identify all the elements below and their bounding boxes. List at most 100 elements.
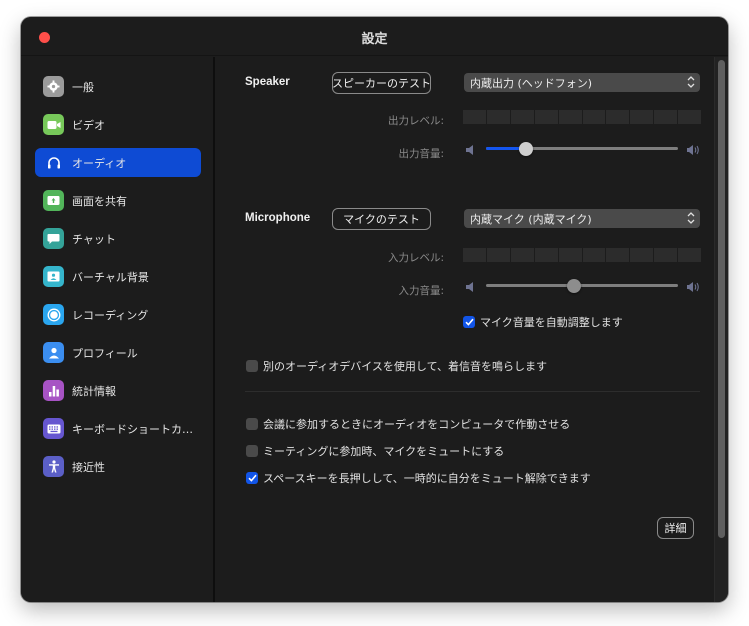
level-segment — [463, 110, 486, 124]
keyboard-icon — [43, 418, 64, 439]
level-segment — [486, 248, 510, 262]
input-level-meter — [463, 248, 702, 262]
sidebar-item-video-camera[interactable]: ビデオ — [35, 110, 201, 139]
input-volume-label: 入力音量: — [398, 285, 444, 297]
volume-high-icon — [687, 282, 699, 292]
auto-adjust-mic-volume-checkbox[interactable]: マイク音量を自動調整します — [463, 314, 623, 330]
level-segment — [606, 248, 630, 262]
sidebar-item-label: 画面を共有 — [72, 194, 127, 208]
record-icon — [43, 304, 64, 325]
level-segment — [582, 248, 606, 262]
level-segment — [534, 248, 558, 262]
level-segment — [630, 110, 654, 124]
audio-settings-panel: Speaker スピーカーのテスト 内蔵出力 (ヘッドフォン) 出力レベル: 出… — [217, 57, 728, 602]
sidebar-item-label: キーボードショートカ… — [72, 422, 193, 436]
input-volume-slider[interactable] — [486, 278, 678, 294]
section-divider — [245, 391, 700, 392]
sidebar-item-record[interactable]: レコーディング — [35, 300, 201, 329]
join-computer-audio-checkbox[interactable]: 会議に参加するときにオーディオをコンピュータで作動させる — [246, 416, 570, 432]
separate-ringtone-device-label: 別のオーディオデバイスを使用して、着信音を鳴らします — [263, 360, 548, 373]
sidebar-item-headphones[interactable]: オーディオ — [35, 148, 201, 177]
space-key-unmute-label: スペースキーを長押しして、一時的に自分をミュート解除できます — [263, 472, 591, 485]
sidebar-item-chat-bubble[interactable]: チャット — [35, 224, 201, 253]
level-segment — [486, 110, 510, 124]
level-segment — [654, 110, 678, 124]
volume-low-icon — [466, 282, 473, 292]
virtual-background-icon — [43, 266, 64, 287]
speaker-section-label: Speaker — [245, 76, 290, 88]
microphone-device-value: 内蔵マイク (内蔵マイク) — [470, 212, 592, 226]
slider-thumb[interactable] — [567, 279, 582, 293]
volume-low-icon — [466, 145, 473, 155]
window-title: 設定 — [361, 32, 388, 47]
microphone-section-label: Microphone — [245, 212, 311, 224]
sidebar-item-label: オーディオ — [72, 156, 127, 170]
microphone-device-select[interactable]: 内蔵マイク (内蔵マイク) — [464, 209, 700, 228]
sidebar-item-accessibility[interactable]: 接近性 — [35, 452, 201, 481]
output-level-label: 出力レベル: — [387, 115, 444, 127]
level-segment — [534, 110, 558, 124]
share-screen-icon — [43, 190, 64, 211]
level-segment — [606, 110, 630, 124]
chat-bubble-icon — [43, 228, 64, 249]
mute-on-join-checkbox[interactable]: ミーティングに参加時、マイクをミュートにする — [246, 443, 504, 459]
slider-thumb[interactable] — [519, 142, 534, 156]
statistics-icon — [43, 380, 64, 401]
space-key-unmute-checkbox[interactable]: スペースキーを長押しして、一時的に自分をミュート解除できます — [246, 470, 591, 486]
sidebar-item-label: チャット — [72, 232, 116, 246]
scrollbar[interactable] — [714, 57, 728, 602]
speaker-device-value: 内蔵出力 (ヘッドフォン) — [470, 76, 593, 90]
sidebar-item-label: 接近性 — [72, 460, 105, 474]
auto-adjust-mic-volume-label: マイク音量を自動調整します — [480, 316, 623, 329]
volume-high-icon — [687, 145, 699, 155]
sidebar-item-virtual-background[interactable]: バーチャル背景 — [35, 262, 201, 291]
sidebar-item-label: バーチャル背景 — [72, 270, 149, 284]
advanced-button[interactable]: 詳細 — [657, 517, 694, 539]
level-segment — [678, 248, 702, 262]
test-microphone-button[interactable]: マイクのテスト — [332, 208, 431, 230]
speaker-device-select[interactable]: 内蔵出力 (ヘッドフォン) — [464, 73, 700, 92]
checkbox[interactable] — [246, 360, 258, 372]
level-segment — [582, 110, 606, 124]
checkmark-icon — [464, 318, 474, 326]
level-segment — [463, 248, 486, 262]
sidebar-item-label: ビデオ — [72, 118, 105, 132]
title-bar: 設定 — [21, 17, 728, 56]
sidebar-item-label: 統計情報 — [72, 384, 116, 398]
chevron-up-down-icon — [687, 76, 695, 88]
level-segment — [678, 110, 702, 124]
settings-window: 設定 一般ビデオオーディオ画面を共有チャットバーチャル背景 レコーディング プロフィ… — [21, 17, 728, 602]
sidebar-item-label: レコーディング — [72, 308, 149, 322]
output-level-meter — [463, 110, 702, 124]
level-segment — [630, 248, 654, 262]
level-segment — [510, 248, 534, 262]
sidebar-item-keyboard[interactable]: キーボードショートカ… — [35, 414, 201, 443]
sidebar-item-statistics[interactable]: 統計情報 — [35, 376, 201, 405]
level-segment — [558, 248, 582, 262]
level-segment — [654, 248, 678, 262]
checkbox[interactable] — [463, 316, 475, 328]
gear-icon — [43, 76, 64, 97]
checkmark-icon — [247, 474, 257, 482]
sidebar-item-label: プロフィール — [72, 346, 138, 360]
level-segment — [510, 110, 534, 124]
sidebar-item-profile[interactable]: プロフィール — [35, 338, 201, 367]
separate-ringtone-device-checkbox[interactable]: 別のオーディオデバイスを使用して、着信音を鳴らします — [246, 358, 547, 374]
accessibility-icon — [43, 456, 64, 477]
checkbox[interactable] — [246, 418, 258, 430]
checkbox[interactable] — [246, 472, 258, 484]
sidebar-item-gear[interactable]: 一般 — [35, 72, 201, 101]
level-segment — [558, 110, 582, 124]
sidebar-item-label: 一般 — [72, 80, 94, 94]
output-volume-slider[interactable] — [486, 141, 678, 157]
checkbox[interactable] — [246, 445, 258, 457]
profile-icon — [43, 342, 64, 363]
test-speaker-button[interactable]: スピーカーのテスト — [332, 72, 431, 94]
video-camera-icon — [43, 114, 64, 135]
output-volume-label: 出力音量: — [398, 148, 444, 160]
chevron-up-down-icon — [687, 212, 695, 224]
sidebar-item-share-screen[interactable]: 画面を共有 — [35, 186, 201, 215]
scrollbar-thumb[interactable] — [718, 60, 725, 538]
headphones-icon — [43, 152, 64, 173]
mute-on-join-label: ミーティングに参加時、マイクをミュートにする — [263, 445, 505, 458]
